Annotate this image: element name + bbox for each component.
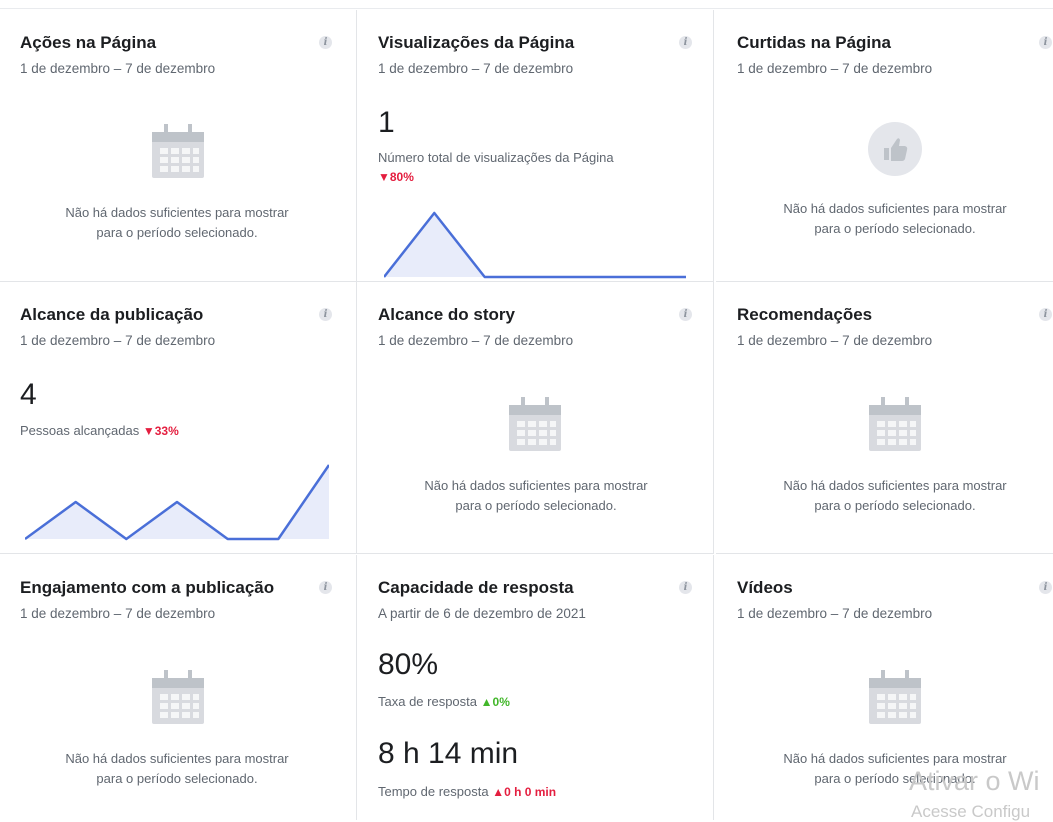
metric-value: 1 <box>378 106 395 140</box>
card-post-engagement: Engajamento com a publicação i 1 de deze… <box>0 555 357 820</box>
response-time-value: 8 h 14 min <box>378 737 518 771</box>
card-page-actions: Ações na Página i 1 de dezembro – 7 de d… <box>0 10 357 282</box>
change-indicator: ▲0% <box>481 695 510 709</box>
card-recommendations: Recomendações i 1 de dezembro – 7 de dez… <box>716 282 1053 554</box>
page-views-chart <box>384 210 686 280</box>
metric-value: 4 <box>20 378 37 412</box>
card-title: Curtidas na Página <box>737 33 891 53</box>
metric-label: Pessoas alcançadas <box>20 423 139 438</box>
card-story-reach: Alcance do story i 1 de dezembro – 7 de … <box>357 282 714 554</box>
thumbs-up-icon <box>868 122 922 176</box>
card-title: Capacidade de resposta <box>378 578 574 598</box>
top-divider <box>0 8 1053 9</box>
post-reach-chart <box>25 462 329 542</box>
info-icon[interactable]: i <box>679 581 692 594</box>
card-title: Visualizações da Página <box>378 33 574 53</box>
calendar-icon <box>152 668 204 724</box>
card-title: Alcance da publicação <box>20 305 203 325</box>
card-date-range: 1 de dezembro – 7 de dezembro <box>378 61 573 76</box>
empty-state-message: Não há dados suficientes para mostrar pa… <box>745 476 1045 516</box>
insights-grid: Ações na Página i 1 de dezembro – 7 de d… <box>0 10 1053 820</box>
card-title: Ações na Página <box>20 33 156 53</box>
card-date-range: 1 de dezembro – 7 de dezembro <box>20 606 215 621</box>
card-date-range: 1 de dezembro – 7 de dezembro <box>737 333 932 348</box>
response-rate-row: Taxa de resposta ▲0% <box>378 694 510 709</box>
calendar-icon <box>509 395 561 451</box>
info-icon[interactable]: i <box>319 308 332 321</box>
empty-state-message: Não há dados suficientes para mostrar pa… <box>27 203 327 243</box>
info-icon[interactable]: i <box>319 36 332 49</box>
card-date-range: 1 de dezembro – 7 de dezembro <box>378 333 573 348</box>
card-title: Recomendações <box>737 305 872 325</box>
response-time-row: Tempo de resposta ▲0 h 0 min <box>378 784 556 799</box>
response-rate-value: 80% <box>378 648 438 682</box>
metric-label: Número total de visualizações da Página <box>378 150 614 165</box>
response-time-label: Tempo de resposta <box>378 784 489 799</box>
card-date-range: A partir de 6 de dezembro de 2021 <box>378 606 586 621</box>
calendar-icon <box>869 668 921 724</box>
empty-state-message: Não há dados suficientes para mostrar pa… <box>745 199 1045 239</box>
metric-row: Pessoas alcançadas ▼33% <box>20 423 179 438</box>
card-page-views: Visualizações da Página i 1 de dezembro … <box>357 10 714 282</box>
info-icon[interactable]: i <box>679 308 692 321</box>
info-icon[interactable]: i <box>1039 36 1052 49</box>
card-date-range: 1 de dezembro – 7 de dezembro <box>737 606 932 621</box>
card-responsiveness: Capacidade de resposta i A partir de 6 d… <box>357 555 714 820</box>
change-indicator: ▲0 h 0 min <box>492 785 556 799</box>
chart-area <box>384 213 686 277</box>
empty-state-message: Não há dados suficientes para mostrar pa… <box>27 749 327 789</box>
activation-watermark-sub: Acesse Configu <box>911 802 1030 822</box>
activation-watermark: Ativar o Wi <box>909 766 1040 797</box>
card-date-range: 1 de dezembro – 7 de dezembro <box>20 333 215 348</box>
card-date-range: 1 de dezembro – 7 de dezembro <box>20 61 215 76</box>
info-icon[interactable]: i <box>1039 581 1052 594</box>
info-icon[interactable]: i <box>319 581 332 594</box>
card-post-reach: Alcance da publicação i 1 de dezembro – … <box>0 282 357 554</box>
change-indicator: ▼80% <box>378 170 414 184</box>
calendar-icon <box>869 395 921 451</box>
card-date-range: 1 de dezembro – 7 de dezembro <box>737 61 932 76</box>
calendar-icon <box>152 122 204 178</box>
empty-state-message: Não há dados suficientes para mostrar pa… <box>386 476 686 516</box>
card-title: Engajamento com a publicação <box>20 578 274 598</box>
info-icon[interactable]: i <box>679 36 692 49</box>
change-indicator: ▼33% <box>143 424 179 438</box>
info-icon[interactable]: i <box>1039 308 1052 321</box>
response-rate-label: Taxa de resposta <box>378 694 477 709</box>
card-title: Vídeos <box>737 578 793 598</box>
card-title: Alcance do story <box>378 305 515 325</box>
card-page-likes: Curtidas na Página i 1 de dezembro – 7 d… <box>716 10 1053 282</box>
